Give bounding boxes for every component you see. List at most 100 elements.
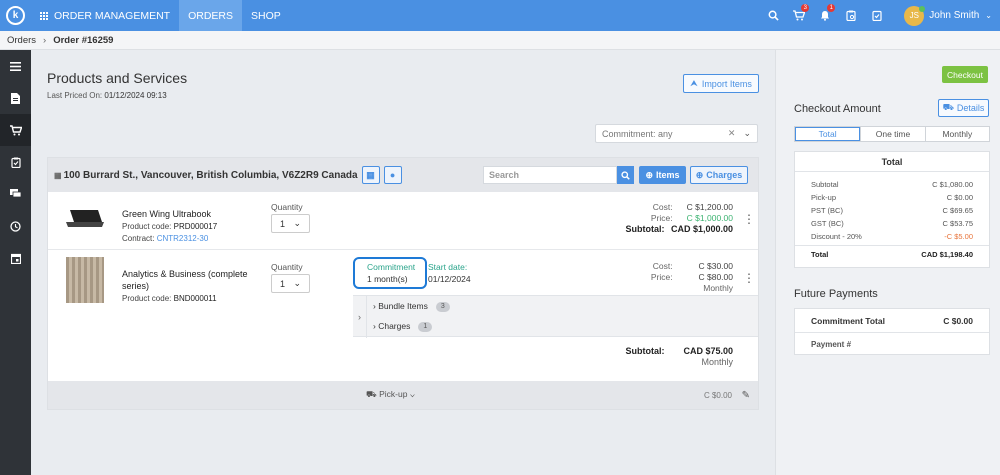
checkout-button[interactable]: Checkout <box>942 66 988 83</box>
edit-pencil-icon[interactable]: ✎ <box>742 390 750 401</box>
contract-link[interactable]: CNTR2312-30 <box>157 234 209 243</box>
total-header: Total <box>795 152 989 172</box>
amount-tabs: Total One time Monthly <box>794 126 990 142</box>
upload-icon: ⮝ <box>690 78 698 88</box>
charges-toggle[interactable]: › Charges 1 <box>373 321 433 332</box>
summary-total: Total CAD $1,198.40 <box>795 245 989 263</box>
user-menu[interactable]: JS John Smith ⌄ <box>904 5 992 26</box>
breadcrumb-current: Order #16259 <box>53 34 114 46</box>
bundle-count-badge: 3 <box>435 301 450 312</box>
commitment-filter-select[interactable]: Commitment: any ✕ ⌄ <box>595 124 758 143</box>
location-pin-icon[interactable]: ● <box>383 166 402 184</box>
chevron-right-icon: › <box>373 321 376 331</box>
details-button[interactable]: ⛟ Details <box>938 99 989 117</box>
bell-icon[interactable]: 1 <box>812 0 838 31</box>
quantity-label: Quantity <box>271 202 303 212</box>
total-summary-card: Total Subtotal C $1,080.00 Pick-up C $0.00… <box>794 151 990 268</box>
bundle-panel: › › Bundle Items 3 › Charges 1 <box>353 295 758 338</box>
commitment-value: 1 month(s) <box>367 274 408 284</box>
product-code: Product code: PRD000017 <box>122 222 218 231</box>
task-check-icon[interactable] <box>864 0 890 31</box>
truck-icon: ⛟ <box>942 102 954 112</box>
sidebar <box>0 50 31 475</box>
address-group-card: ▦ 100 Burrard St., Vancouver, British Co… <box>47 157 759 410</box>
chat-icon[interactable] <box>0 178 31 210</box>
quantity-label: Quantity <box>271 262 303 272</box>
chevron-right-icon: › <box>43 34 47 46</box>
app-logo[interactable]: k <box>0 0 31 31</box>
shipping-footer: ⛟ Pick-up ⌄ C $0.00 ✎ <box>48 381 758 409</box>
nav-tab-shop[interactable]: SHOP <box>242 0 290 31</box>
truck-icon: ⛟ <box>366 389 377 399</box>
quantity-select[interactable]: 1 ⌄ <box>271 274 310 293</box>
address-text: 100 Burrard St., Vancouver, British Colu… <box>63 169 358 181</box>
notification-badge: 1 <box>827 4 836 12</box>
tab-total[interactable]: Total <box>795 127 861 141</box>
import-items-button[interactable]: ⮝ Import Items <box>683 74 759 93</box>
future-payments-title: Future Payments <box>794 288 878 300</box>
search-button[interactable] <box>617 166 634 184</box>
search-input[interactable]: Search <box>483 166 617 184</box>
menu-icon[interactable] <box>0 50 31 82</box>
chevron-down-icon: ⌄ <box>293 218 301 228</box>
clock-icon[interactable] <box>0 210 31 242</box>
breadcrumb-orders[interactable]: Orders <box>7 35 36 46</box>
chevron-right-icon[interactable]: › <box>353 296 367 338</box>
tab-monthly[interactable]: Monthly <box>924 127 989 141</box>
breadcrumb: Orders › Order #16259 <box>0 31 1000 50</box>
nav-tab-orders[interactable]: ORDERS <box>179 0 243 31</box>
payment-number-header: Payment # <box>811 339 852 349</box>
page-title: Products and Services <box>47 70 188 86</box>
main-content: Products and Services Last Priced On: 01… <box>31 50 775 475</box>
add-items-button[interactable]: ⊕ Items <box>639 166 686 184</box>
laptop-image <box>66 210 104 227</box>
add-charges-button[interactable]: ⊕ Charges <box>690 166 748 184</box>
summary-line-discount: Discount - 20% -C $5.00 <box>811 232 973 241</box>
clipboard-icon[interactable] <box>0 146 31 178</box>
last-priced: Last Priced On: 01/12/2024 09:13 <box>47 91 167 100</box>
book-image <box>66 257 104 303</box>
checkout-panel: Checkout Checkout Amount ⛟ Details Total … <box>775 50 1000 475</box>
grid-icon <box>40 11 48 20</box>
clear-icon[interactable]: ✕ <box>728 128 736 139</box>
calendar-icon[interactable] <box>0 242 31 274</box>
price-block: Cost: C $1,200.00 Price: C $1,000.00 Sub… <box>625 202 733 234</box>
quantity-select[interactable]: 1 ⌄ <box>271 214 310 233</box>
contract-line: Contract: CNTR2312-30 <box>122 234 209 243</box>
address-header: ▦ 100 Burrard St., Vancouver, British Co… <box>48 158 758 192</box>
bundle-items-toggle[interactable]: › Bundle Items 3 <box>373 301 450 312</box>
office-icon[interactable]: ▦ <box>361 166 380 184</box>
plus-circle-icon: ⊕ <box>695 169 704 180</box>
chevron-down-icon: ⌄ <box>409 389 416 399</box>
search-icon[interactable] <box>760 0 786 31</box>
price-block: Cost: C $30.00 Price: C $80.00 Monthly <box>650 261 733 293</box>
product-row-laptop: Green Wing Ultrabook Product code: PRD00… <box>48 192 758 250</box>
shipping-select[interactable]: ⛟ Pick-up ⌄ <box>366 389 415 401</box>
document-icon[interactable] <box>0 82 31 114</box>
clipboard-time-icon[interactable] <box>838 0 864 31</box>
product-name: Analytics & Business (complete series) <box>122 269 248 291</box>
summary-line: Subtotal C $1,080.00 <box>811 180 973 189</box>
cart-badge: 3 <box>801 4 810 12</box>
start-date-field[interactable]: Start date: 01/12/2024 <box>428 261 471 285</box>
more-options-icon[interactable]: ⋮ <box>743 271 755 285</box>
top-navbar: k ORDER MANAGEMENT ORDERS SHOP 3 1 JS Jo… <box>0 0 1000 31</box>
start-date-value: 01/12/2024 <box>428 274 471 284</box>
tab-one-time[interactable]: One time <box>860 127 924 141</box>
product-row-bundle: Analytics & Business (complete series) P… <box>48 251 758 381</box>
chevron-right-icon: › <box>373 301 376 311</box>
cart-icon[interactable]: 3 <box>786 0 812 31</box>
product-name: Green Wing Ultrabook <box>122 209 212 219</box>
more-options-icon[interactable]: ⋮ <box>743 212 755 226</box>
avatar: JS <box>904 5 926 26</box>
chevron-down-icon: ⌄ <box>985 11 992 20</box>
charges-count-badge: 1 <box>418 321 433 332</box>
shipping-amount: C $0.00 <box>703 390 732 400</box>
future-payments-card: Commitment Total C $0.00 Payment # <box>794 308 990 355</box>
summary-line: PST (BC) C $69.65 <box>811 206 973 215</box>
product-code: Product code: BND000011 <box>122 294 217 303</box>
commitment-field[interactable]: Commitment 1 month(s) <box>353 257 427 289</box>
nav-order-management[interactable]: ORDER MANAGEMENT <box>31 0 179 31</box>
sidebar-cart-icon[interactable] <box>0 114 31 146</box>
building-icon: ▦ <box>54 170 62 180</box>
